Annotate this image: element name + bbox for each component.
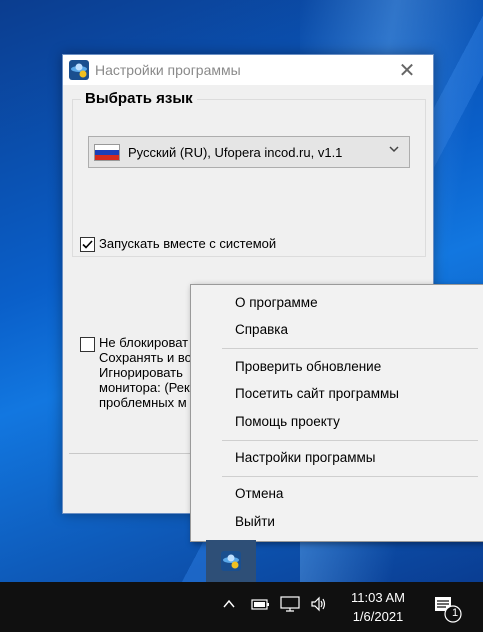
menu-separator	[222, 348, 478, 349]
language-select[interactable]: Русский (RU), Ufopera incod.ru, v1.1	[88, 136, 410, 168]
tray-context-menu: О программе Справка Проверить обновление…	[190, 284, 483, 542]
language-group-title: Выбрать язык	[81, 90, 197, 107]
ufo-app-icon	[221, 551, 241, 571]
menu-item-help[interactable]: Справка	[235, 322, 288, 337]
chevron-down-icon	[388, 143, 400, 158]
clock-date: 1/6/2021	[352, 609, 404, 624]
language-groupbox: Выбрать язык Русский (RU), Ufopera incod…	[72, 90, 426, 257]
menu-separator	[222, 476, 478, 477]
menu-item-donate[interactable]: Помощь проекту	[235, 414, 340, 429]
ufo-app-icon	[69, 60, 89, 80]
block-label-line: проблемных м	[99, 395, 187, 410]
window-title: Настройки программы	[95, 62, 241, 78]
battery-icon[interactable]	[250, 598, 270, 614]
menu-item-settings[interactable]: Настройки программы	[235, 450, 375, 465]
menu-item-check-update[interactable]: Проверить обновление	[235, 359, 381, 374]
network-icon[interactable]	[280, 596, 300, 615]
clock-time: 11:03 AM	[351, 590, 405, 605]
language-selected-value: Русский (RU), Ufopera incod.ru, v1.1	[128, 144, 343, 160]
block-label-line: монитора: (Рек	[99, 380, 190, 395]
block-checkbox[interactable]	[80, 337, 95, 352]
block-label-line: Сохранять и во	[99, 350, 192, 365]
menu-item-about[interactable]: О программе	[235, 295, 318, 310]
window-titlebar[interactable]: Настройки программы ✕	[63, 55, 433, 85]
autostart-checkbox[interactable]	[80, 237, 95, 252]
block-label: Не блокироват Сохранять и во Игнорироват…	[99, 335, 192, 410]
volume-icon[interactable]	[310, 596, 328, 615]
block-label-line: Игнорировать	[99, 365, 183, 380]
menu-item-exit[interactable]: Выйти	[235, 514, 275, 529]
block-label-line: Не блокироват	[99, 335, 189, 350]
chevron-up-icon[interactable]	[222, 597, 236, 614]
tray-app-icon-button[interactable]	[206, 540, 256, 582]
system-clock[interactable]: 11:03 AM 1/6/2021	[342, 588, 414, 626]
taskbar: 11:03 AM 1/6/2021 1	[0, 582, 483, 632]
autostart-label: Запускать вместе с системой	[99, 236, 277, 251]
notification-count-badge: 1	[451, 607, 459, 619]
menu-item-visit-site[interactable]: Посетить сайт программы	[235, 386, 399, 401]
menu-item-cancel[interactable]: Отмена	[235, 486, 283, 501]
menu-separator	[222, 440, 478, 441]
close-button[interactable]: ✕	[389, 55, 425, 85]
close-icon: ✕	[398, 59, 416, 82]
russian-flag-icon	[94, 143, 120, 161]
